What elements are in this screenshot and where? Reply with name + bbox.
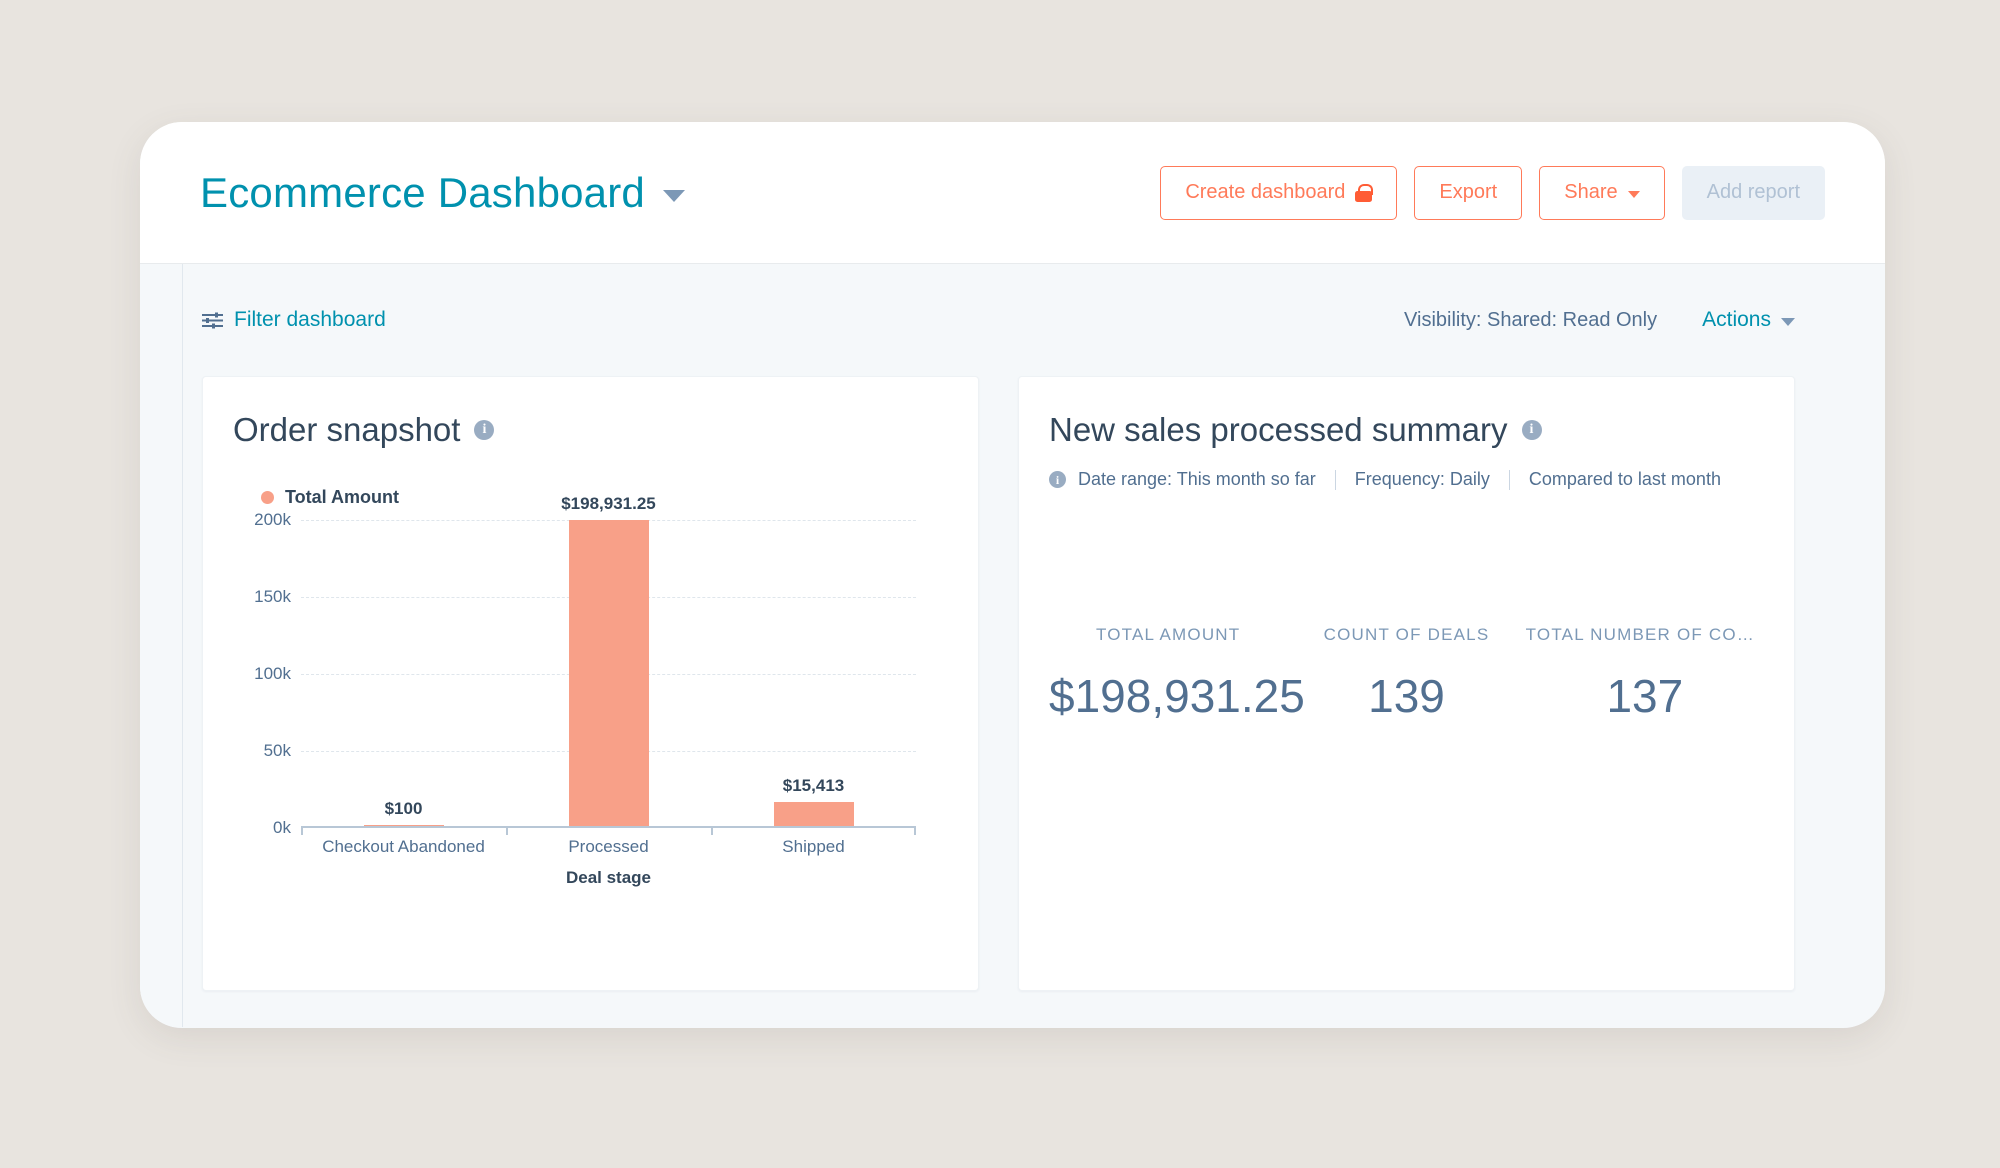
x-axis-tick-label: Checkout Abandoned — [322, 837, 485, 856]
divider — [1508, 469, 1510, 490]
dashboard-header: Ecommerce Dashboard Create dashboard Exp… — [140, 122, 1885, 264]
filter-dashboard-label: Filter dashboard — [234, 308, 386, 331]
bar-slot: $15,413 — [711, 520, 916, 826]
y-axis-tick: 50k — [263, 741, 291, 760]
bar-chart: 0k 50k 100k 150k 200k $100 $198,931.25 $15,413… — [233, 494, 948, 887]
bar-group: $100 $198,931.25 $15,413 — [301, 494, 916, 826]
filter-icon — [202, 312, 223, 328]
toolbar-right-group: Visibility: Shared: Read Only Actions — [1404, 308, 1795, 332]
kpi-value[interactable]: 137 — [1526, 669, 1764, 723]
create-dashboard-button[interactable]: Create dashboard — [1160, 165, 1398, 220]
export-label: Export — [1439, 181, 1498, 203]
kpi-metric: TOTAL NUMBER OF CONTA... 137 — [1526, 625, 1764, 723]
dashboard-selector[interactable]: Ecommerce Dashboard — [200, 169, 685, 217]
y-axis-tick: 0k — [273, 818, 291, 837]
filter-dashboard-button[interactable]: Filter dashboard — [202, 308, 386, 332]
bar-slot: $198,931.25 — [506, 494, 711, 826]
y-axis-tick: 200k — [254, 510, 291, 529]
legend-label: Total Amount — [285, 487, 399, 507]
kpi-value[interactable]: 139 — [1287, 669, 1525, 723]
dashboard-cards: Order snapshot i Total Amount 0k 50k 100k 1… — [184, 376, 1885, 1027]
visibility-status: Visibility: Shared: Read Only — [1404, 308, 1658, 331]
info-icon[interactable]: i — [1049, 471, 1066, 488]
add-report-label: Add report — [1706, 181, 1800, 203]
bar-value-label: $198,931.25 — [561, 493, 656, 513]
x-axis-labels: Checkout Abandoned Processed Shipped — [301, 828, 916, 860]
export-button[interactable]: Export — [1414, 165, 1523, 220]
kpi-row: TOTAL AMOUNT $198,931.25 COUNT OF DEALS 139… — [1049, 625, 1764, 723]
kpi-value[interactable]: $198,931.25 — [1049, 669, 1305, 723]
bar[interactable]: $100 — [363, 799, 444, 826]
actions-label: Actions — [1702, 308, 1771, 331]
card-title: New sales processed summary — [1049, 411, 1508, 448]
kpi-metric: COUNT OF DEALS 139 — [1287, 625, 1525, 723]
card-subtitle: i Date range: This month so far Frequenc… — [1049, 469, 1764, 490]
sidebar-rail — [140, 264, 183, 1027]
app-window: Ecommerce Dashboard Create dashboard Exp… — [140, 122, 1885, 1028]
kpi-label[interactable]: TOTAL NUMBER OF CONTA... — [1526, 625, 1764, 645]
bar-value-label: $100 — [384, 799, 423, 818]
card-new-sales-summary: New sales processed summary i i Date ran… — [1018, 376, 1795, 991]
bar-slot: $100 — [301, 520, 506, 826]
create-dashboard-label: Create dashboard — [1185, 181, 1346, 203]
lock-icon — [1355, 183, 1374, 202]
info-icon[interactable]: i — [474, 420, 495, 440]
card-title: Order snapshot — [233, 411, 461, 448]
kpi-label[interactable]: COUNT OF DEALS — [1287, 625, 1525, 645]
share-label: Share — [1564, 181, 1618, 203]
x-axis-tick-label: Processed — [568, 837, 649, 856]
chevron-down-icon — [1781, 317, 1795, 326]
actions-menu-button[interactable]: Actions — [1702, 308, 1795, 332]
comparison-text: Compared to last month — [1528, 469, 1721, 489]
dashboard-toolbar: Filter dashboard Visibility: Shared: Rea… — [184, 264, 1885, 376]
share-button[interactable]: Share — [1539, 165, 1665, 220]
kpi-metric: TOTAL AMOUNT $198,931.25 — [1049, 625, 1305, 723]
header-actions: Create dashboard Export Share Add report — [1160, 165, 1825, 220]
y-axis-tick: 100k — [254, 664, 291, 683]
bar[interactable]: $198,931.25 — [561, 494, 656, 826]
card-header: New sales processed summary i — [1049, 411, 1764, 449]
card-order-snapshot: Order snapshot i Total Amount 0k 50k 100k 1… — [202, 376, 979, 991]
chevron-down-icon — [1627, 190, 1640, 198]
y-axis-tick: 150k — [254, 587, 291, 606]
chevron-down-icon[interactable] — [663, 189, 685, 202]
y-axis: 0k 50k 100k 150k 200k — [233, 510, 291, 837]
x-axis-tick-label: Shipped — [782, 837, 845, 856]
date-range-text: Date range: This month so far — [1078, 469, 1316, 489]
page-title: Ecommerce Dashboard — [200, 168, 645, 216]
bar[interactable]: $15,413 — [773, 776, 854, 826]
x-axis-title: Deal stage — [565, 868, 652, 887]
info-icon[interactable]: i — [1521, 420, 1542, 440]
frequency-text: Frequency: Daily — [1354, 469, 1490, 489]
bar-value-label: $15,413 — [782, 776, 845, 796]
card-header: Order snapshot i — [233, 411, 948, 449]
dashboard-body: Filter dashboard Visibility: Shared: Rea… — [140, 264, 1885, 1027]
plot-area: $100 $198,931.25 $15,413 — [301, 494, 916, 835]
legend-color-swatch — [261, 491, 274, 504]
add-report-button[interactable]: Add report — [1681, 165, 1825, 220]
kpi-label[interactable]: TOTAL AMOUNT — [1049, 625, 1287, 645]
divider — [1334, 469, 1336, 490]
